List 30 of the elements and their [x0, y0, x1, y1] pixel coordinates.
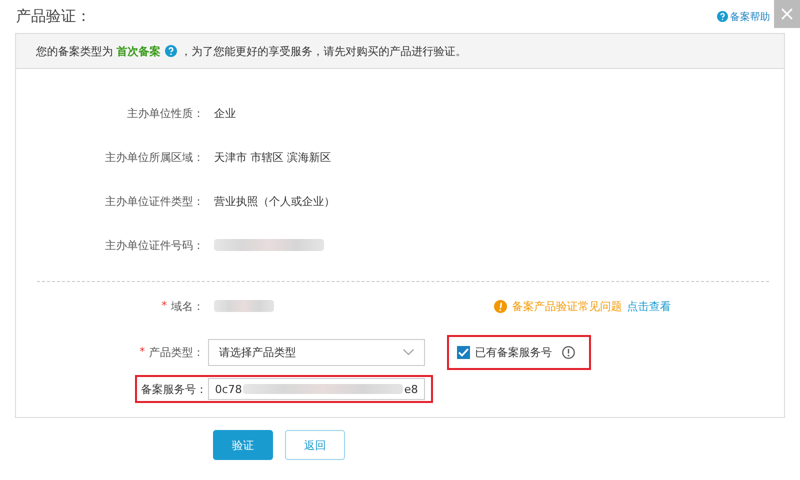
faq-text: 备案产品验证常见问题 [512, 298, 622, 314]
field-label: 备案服务号： [141, 382, 208, 396]
action-button[interactable]: 验证 [213, 430, 273, 460]
close-icon [781, 8, 793, 20]
field-value: 天津市 市辖区 滨海新区 [214, 150, 331, 164]
field-label: 域名： [171, 298, 204, 314]
view-link[interactable]: 点击查看 [627, 298, 671, 314]
field-label: 主办单位证件号码： [104, 238, 204, 252]
required-mark: * [140, 344, 145, 360]
help-icon [164, 45, 176, 57]
required-mark: * [162, 298, 167, 314]
field-value: 企业 [214, 106, 236, 120]
field-value: 营业执照（个人或企业） [214, 194, 335, 208]
action-button[interactable]: 返回 [285, 430, 345, 460]
field-label: 主办单位性质： [126, 106, 204, 120]
warning-icon [494, 300, 507, 312]
chevron-down-icon [403, 349, 414, 355]
service-number-field[interactable]: 0c78 e8 [208, 378, 425, 400]
field-label: 产品类型： [149, 344, 204, 360]
field-label: 主办单位证件类型： [104, 194, 204, 208]
help-icon [717, 11, 728, 22]
dialog-title: 产品验证： [16, 7, 91, 26]
notice-text: ，为了您能更好的享受服务，请先对购买的产品进行验证。 [180, 44, 466, 58]
help-link[interactable]: 备案帮助 [717, 10, 770, 24]
info-icon [562, 346, 575, 358]
notice-text: 您的备案类型为 首次备案 [36, 44, 160, 58]
product-type-select[interactable]: 请选择产品类型 [208, 338, 425, 366]
checkbox-label: 已有备案服务号 [475, 344, 552, 360]
checkbox[interactable] [457, 346, 470, 358]
field-label: 主办单位所属区域： [104, 150, 204, 164]
